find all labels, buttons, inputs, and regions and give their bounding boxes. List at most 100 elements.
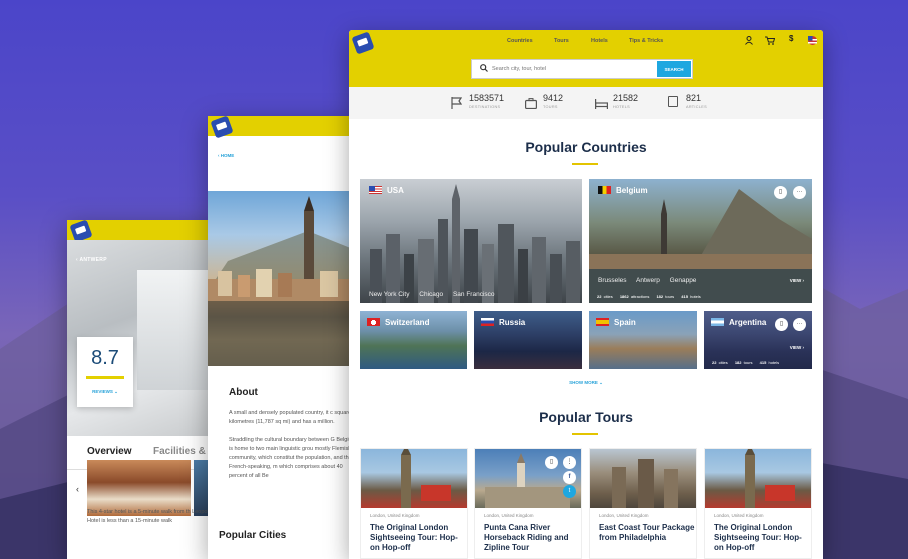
bookmark-icon[interactable]: ▯	[545, 456, 558, 469]
meta-count: 1862	[619, 294, 629, 299]
meta-count: 22	[597, 294, 602, 299]
meta-label: attractions	[630, 294, 650, 299]
gallery-prev-arrow[interactable]: ‹	[76, 484, 79, 494]
view-link[interactable]: VIEW ›	[790, 278, 804, 283]
back-link[interactable]: ‹ ANTWERP	[76, 257, 107, 263]
cart-icon[interactable]	[765, 36, 776, 47]
home-link[interactable]: ‹ HOME	[218, 153, 234, 158]
search-bar: SEARCH	[471, 59, 693, 79]
country-name: Switzerland	[367, 318, 429, 327]
user-icon[interactable]	[745, 36, 753, 47]
meta-label: tours	[665, 294, 675, 299]
country-card-usa[interactable]: USA New York City Chicago San Francisco	[360, 179, 582, 303]
usa-flag-icon	[369, 186, 382, 194]
reviews-link[interactable]: REVIEWS ⌄	[77, 389, 133, 395]
belgium-flag-icon	[598, 186, 611, 194]
logo-icon[interactable]	[210, 116, 234, 139]
stat-value: 21582	[613, 93, 639, 103]
country-name-label: Russia	[499, 318, 526, 327]
tour-card[interactable]: London, United Kingdom East Coast Tour P…	[589, 448, 697, 559]
nav-tours[interactable]: Tours	[554, 38, 569, 44]
country-name: USA	[369, 186, 404, 195]
city-link[interactable]: New York City	[369, 291, 409, 298]
hotel-header-bar	[67, 220, 217, 243]
tour-title[interactable]: The Original London Sightseeing Tour: Ho…	[714, 523, 810, 553]
big-ben-illustration	[745, 445, 795, 508]
tour-title[interactable]: Punta Cana River Horseback Riding and Zi…	[484, 523, 580, 553]
city-link[interactable]: Antwerp	[636, 277, 660, 284]
search-input[interactable]	[492, 60, 652, 78]
country-card-argentina[interactable]: Argentina ▯ ··· 22 cities 182 tours 415 …	[704, 311, 812, 369]
meta-label: cities	[603, 294, 613, 299]
argentina-flag-icon	[711, 318, 724, 326]
city-link[interactable]: Genappe	[670, 277, 697, 284]
country-card-russia[interactable]: Russia	[474, 311, 582, 369]
share-icon[interactable]: ⋮	[563, 456, 576, 469]
tour-card[interactable]: ▯ ⋮ f t London, United Kingdom Punta Can…	[474, 448, 582, 559]
popular-cities-heading: Popular Cities	[219, 530, 287, 541]
nav-tips-tricks[interactable]: Tips & Tricks	[629, 38, 663, 44]
country-card-belgium[interactable]: Belgium ▯ ··· Brusseles Antwerp Genappe …	[589, 179, 812, 303]
country-page-card: ‹ HOME About A small and densely populat…	[208, 116, 358, 559]
country-name: Argentina	[711, 318, 766, 327]
view-link[interactable]: VIEW ›	[790, 345, 804, 350]
tour-title[interactable]: The Original London Sightseeing Tour: Ho…	[370, 523, 466, 553]
country-meta: 22 cities 182 tours 415 hotels	[712, 360, 785, 365]
about-paragraph: Straddling the cultural boundary between…	[229, 437, 357, 479]
about-text: A small and densely populated country, i…	[229, 409, 357, 481]
tab-facilities[interactable]: Facilities &	[153, 446, 206, 457]
country-name-label: USA	[387, 186, 404, 195]
tour-card[interactable]: London, United Kingdom The Original Lond…	[360, 445, 468, 559]
logo-icon[interactable]	[351, 31, 375, 55]
more-options-icon[interactable]: ···	[793, 318, 806, 331]
currency-icon[interactable]: $	[789, 34, 793, 43]
switzerland-flag-icon	[367, 318, 380, 326]
view-label: VIEW	[789, 345, 802, 350]
country-card-switzerland[interactable]: Switzerland	[360, 311, 467, 369]
country-name: Belgium	[598, 186, 648, 195]
about-heading: About	[229, 387, 258, 398]
search-button[interactable]: SEARCH	[657, 61, 691, 77]
reviews-label: REVIEWS	[92, 389, 113, 394]
heading-underline	[572, 163, 598, 165]
city-link[interactable]: Brusseles	[598, 277, 627, 284]
twitter-icon[interactable]: t	[563, 485, 576, 498]
city-link[interactable]: Chicago	[419, 291, 443, 298]
home-page-card: Countries Tours Hotels Tips & Tricks $ S…	[349, 30, 823, 559]
tour-card[interactable]: London, United Kingdom The Original Lond…	[704, 445, 812, 559]
meta-count: 182	[734, 360, 742, 365]
country-meta: 22 cities 1862 attractions 182 tours 415…	[597, 294, 707, 299]
show-more-link[interactable]: SHOW MORE ⌄	[349, 380, 823, 386]
tour-location: London, United Kingdom	[484, 513, 534, 518]
flag-icon[interactable]	[808, 36, 817, 47]
city-link[interactable]: San Francisco	[453, 291, 495, 298]
bookmark-icon[interactable]: ▯	[774, 186, 787, 199]
more-options-icon[interactable]: ···	[793, 186, 806, 199]
hotel-window	[137, 270, 213, 390]
tour-title[interactable]: East Coast Tour Package from Philadelphi…	[599, 523, 695, 543]
facebook-icon[interactable]: f	[563, 471, 576, 484]
hotel-description: This 4-star hotel is a 5-minute walk fro…	[87, 509, 212, 524]
bed-icon	[595, 96, 609, 109]
meta-count: 415	[759, 360, 767, 365]
heading-underline	[572, 433, 598, 435]
meta-label: hotels	[690, 294, 701, 299]
meta-label: hotels	[768, 360, 780, 365]
country-name-label: Switzerland	[385, 318, 430, 327]
tour-photo-illustration	[612, 459, 678, 508]
country-cities: New York City Chicago San Francisco	[369, 291, 503, 298]
bookmark-icon[interactable]: ▯	[775, 318, 788, 331]
stat-label: ARTICLES	[686, 105, 707, 109]
stat-value: 9412	[543, 93, 564, 103]
russia-flag-icon	[481, 318, 494, 326]
tab-overview[interactable]: Overview	[87, 446, 132, 466]
country-name-label: Belgium	[616, 186, 648, 195]
rating-bar	[86, 376, 124, 379]
meta-count: 415	[681, 294, 688, 299]
meta-count: 182	[656, 294, 664, 299]
nav-hotels[interactable]: Hotels	[591, 38, 608, 44]
country-photo	[208, 191, 358, 366]
back-link-label: ANTWERP	[79, 257, 107, 263]
nav-countries[interactable]: Countries	[507, 38, 533, 44]
country-card-spain[interactable]: Spain	[589, 311, 697, 369]
